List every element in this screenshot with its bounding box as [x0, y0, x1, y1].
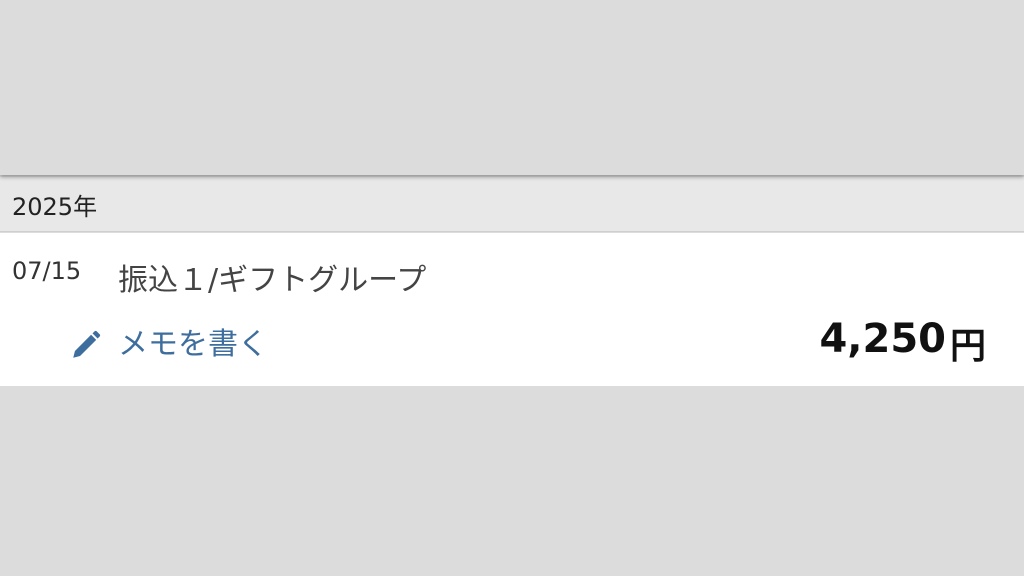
pencil-icon	[66, 325, 106, 365]
top-empty-area	[0, 0, 1024, 175]
transaction-amount: 4,250 円	[819, 315, 986, 367]
memo-label: メモを書く	[118, 327, 268, 362]
amount-value: 4,250	[819, 316, 946, 362]
currency-unit: 円	[949, 326, 986, 367]
transaction-date: 07/15	[12, 257, 82, 285]
year-label: 2025年	[12, 193, 98, 221]
transaction-history-screen: 2025年 07/15 振込１/ギフトグループ メモを書く 4,250 円	[0, 0, 1024, 576]
transaction-row[interactable]: 07/15 振込１/ギフトグループ メモを書く 4,250 円	[0, 233, 1024, 386]
transaction-description: 振込１/ギフトグループ	[118, 263, 427, 298]
year-section-header: 2025年	[0, 177, 1024, 232]
write-memo-link[interactable]: メモを書く	[66, 325, 268, 365]
